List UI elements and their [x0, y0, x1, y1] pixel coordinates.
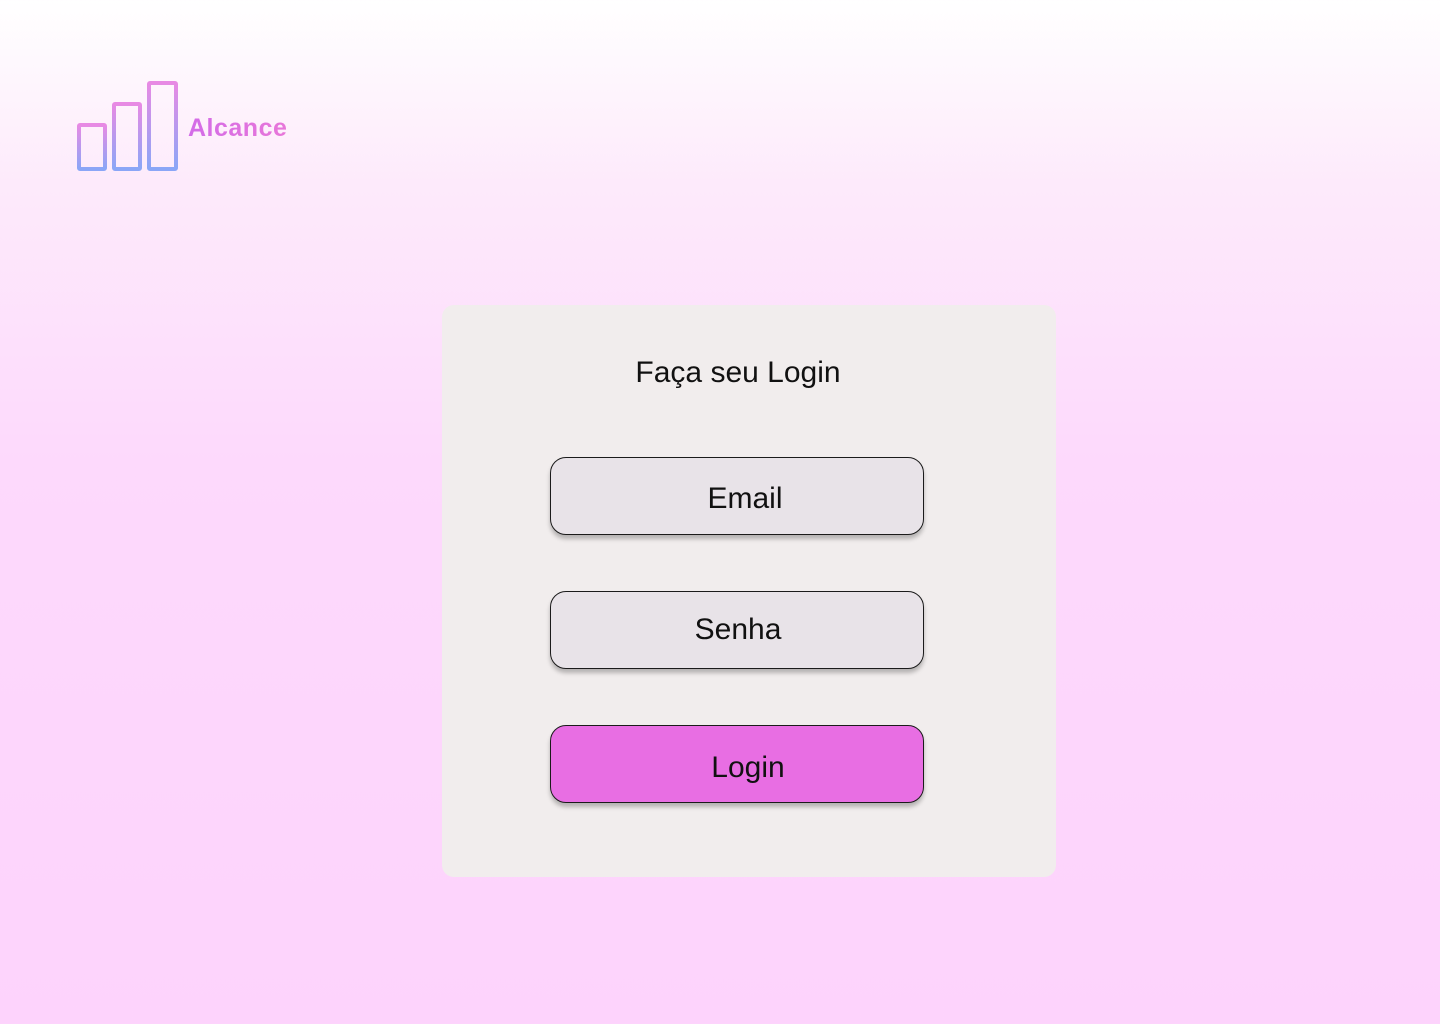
password-field[interactable]: [550, 591, 924, 669]
email-field[interactable]: [550, 455, 924, 537]
email-input[interactable]: [551, 455, 923, 537]
brand-name: Alcance: [188, 114, 288, 142]
bar-chart-logo-icon: [65, 81, 192, 171]
brand-logo: Alcance: [64, 78, 304, 178]
login-button[interactable]: Login: [550, 725, 924, 803]
login-title: Faça seu Login: [635, 356, 841, 389]
password-input[interactable]: [551, 592, 923, 668]
